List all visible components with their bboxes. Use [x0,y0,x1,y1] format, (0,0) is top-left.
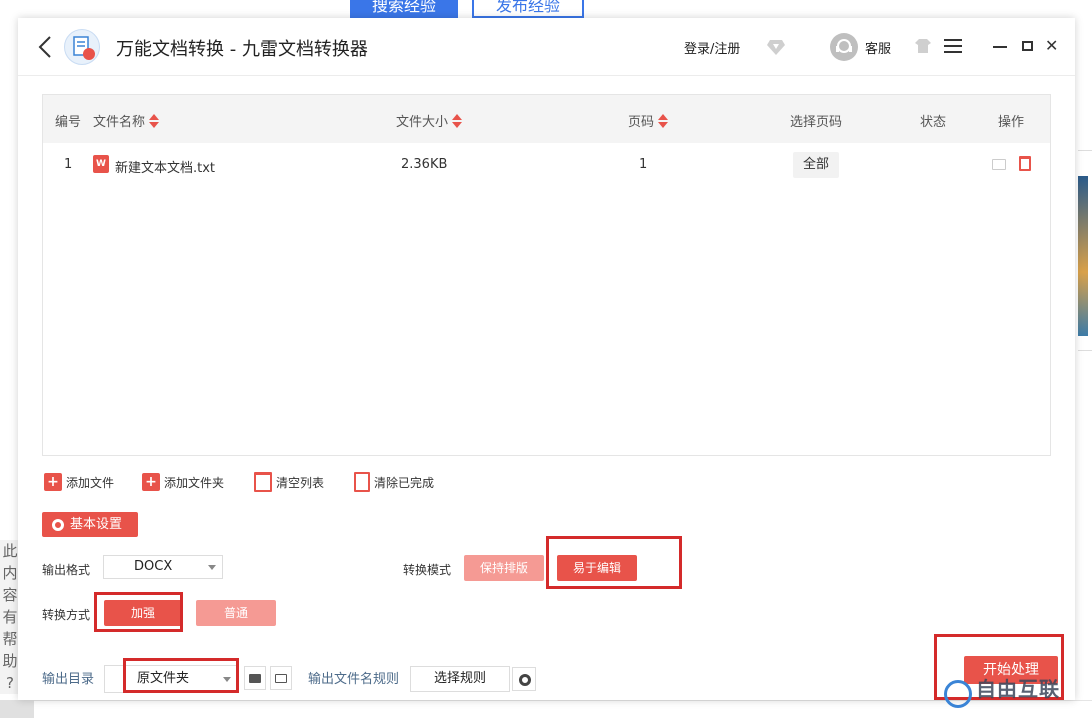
convert-mode-label: 转换模式 [403,563,452,577]
basic-settings-button[interactable]: 基本设置 [42,512,138,537]
browse-folder-button[interactable] [244,666,266,690]
header-select-pages: 选择页码 [790,111,842,130]
clear-done-button[interactable]: 清除已完成 [354,472,434,492]
delete-icon[interactable] [1019,156,1031,171]
add-file-icon: + [44,473,62,491]
watermark-logo-icon [944,680,972,708]
file-table: 编号 文件名称 文件大小 页码 选择页码 状态 操作 1 W 新建文本文档.tx… [42,94,1051,456]
row-index: 1 [64,157,73,172]
close-icon[interactable]: ✕ [1045,38,1059,54]
select-rule-button[interactable]: 选择规则 [410,666,510,692]
menu-icon[interactable] [944,39,962,53]
trash-icon [254,472,273,492]
mode-easy-edit-button[interactable]: 易于编辑 [557,555,637,581]
sort-icon[interactable] [149,113,160,129]
add-folder-label: 添加文件夹 [164,475,225,490]
title-bar: 万能文档转换 - 九雷文档转换器 登录/注册 客服 ✕ [18,18,1075,76]
header-pages-label: 页码 [628,115,655,130]
output-dir-value: 原文件夹 [137,671,190,686]
header-file-size[interactable]: 文件大小 [396,111,463,130]
row-pages: 1 [639,157,648,172]
back-arrow-icon[interactable] [36,35,54,59]
app-window: 万能文档转换 - 九雷文档转换器 登录/注册 客服 ✕ 编号 文件名称 文件大小… [18,18,1075,708]
header-index: 编号 [55,111,81,130]
chevron-down-icon [208,565,216,570]
output-format-label: 输出格式 [42,563,91,577]
sort-icon[interactable] [658,113,669,129]
file-type-icon: W [93,155,109,173]
output-format-select[interactable]: DOCX [103,555,223,579]
customer-service-avatar-icon[interactable] [830,33,858,61]
background-tabs: 搜索经验 发布经验 [350,0,585,18]
page-select-dropdown[interactable]: 全部 [793,152,839,178]
header-file-name-label: 文件名称 [93,115,146,130]
output-dir-label: 输出目录 [42,672,95,687]
add-folder-icon: + [142,473,161,491]
app-logo-icon [64,29,100,65]
method-enhanced-button[interactable]: 加强 [104,600,182,626]
output-format-value: DOCX [134,559,173,574]
bg-divider [1078,350,1092,351]
login-register-link[interactable]: 登录/注册 [684,38,740,57]
background-side-text: 此 内 容 有 帮 助 ? [0,540,20,694]
customer-service-label[interactable]: 客服 [865,38,891,57]
bg-tab-search[interactable]: 搜索经验 [350,0,459,18]
side-char: 有 [2,608,18,626]
open-folder-icon[interactable] [992,159,1006,170]
open-folder-icon [275,674,287,683]
clear-list-button[interactable]: 清空列表 [254,472,324,492]
table-header: 编号 文件名称 文件大小 页码 选择页码 状态 操作 [43,95,1050,143]
header-actions-label: 操作 [998,115,1025,130]
row-file-size: 2.36KB [401,157,448,172]
rule-settings-gear-icon[interactable] [512,667,536,691]
folder-icon [249,674,261,683]
header-file-name[interactable]: 文件名称 [93,111,160,130]
side-char: 此 [2,542,18,560]
side-char: 容 [2,586,18,604]
side-char: ? [6,674,14,692]
open-output-folder-button[interactable] [270,666,292,690]
sort-icon[interactable] [452,113,463,129]
skin-shirt-icon[interactable] [914,38,932,54]
method-normal-button[interactable]: 普通 [196,600,276,626]
side-char: 助 [2,652,18,670]
header-select-pages-label: 选择页码 [790,115,843,130]
header-actions: 操作 [998,111,1024,130]
file-toolbar: + 添加文件 + 添加文件夹 清空列表 清除已完成 [44,472,464,492]
filename-rule-label: 输出文件名规则 [308,672,400,687]
output-dir-select[interactable]: 原文件夹 [104,665,238,693]
add-file-button[interactable]: + 添加文件 [44,473,114,491]
app-title: 万能文档转换 - 九雷文档转换器 [116,39,368,60]
mode-keep-layout-button[interactable]: 保持排版 [464,555,544,581]
bg-tab-publish[interactable]: 发布经验 [472,0,585,18]
bg-thumbnail-image [1078,176,1088,336]
table-row[interactable]: 1 W 新建文本文档.txt 2.36KB 1 全部 [43,143,1050,187]
gear-icon [52,518,64,531]
bg-bottom-bar [0,700,34,718]
header-file-size-label: 文件大小 [396,115,449,130]
vip-diamond-icon[interactable] [766,38,786,56]
header-status: 状态 [920,111,946,130]
maximize-icon[interactable] [1022,41,1033,51]
minimize-icon[interactable] [993,46,1007,48]
bg-bottom-strip [34,700,1092,718]
add-folder-button[interactable]: + 添加文件夹 [142,473,224,491]
clear-done-label: 清除已完成 [374,475,435,490]
chevron-down-icon [223,677,231,682]
header-pages[interactable]: 页码 [628,111,669,130]
clear-list-label: 清空列表 [276,475,325,490]
row-file-name: 新建文本文档.txt [115,161,216,176]
side-char: 内 [2,564,18,582]
header-index-label: 编号 [55,115,82,130]
convert-method-label: 转换方式 [42,608,91,622]
clear-done-icon [354,472,371,492]
watermark-text: 自由互联 [976,677,1060,701]
side-char: 帮 [2,630,18,648]
add-file-label: 添加文件 [66,475,115,490]
bg-divider [1078,150,1092,151]
basic-settings-label: 基本设置 [70,517,123,532]
header-status-label: 状态 [920,115,947,130]
